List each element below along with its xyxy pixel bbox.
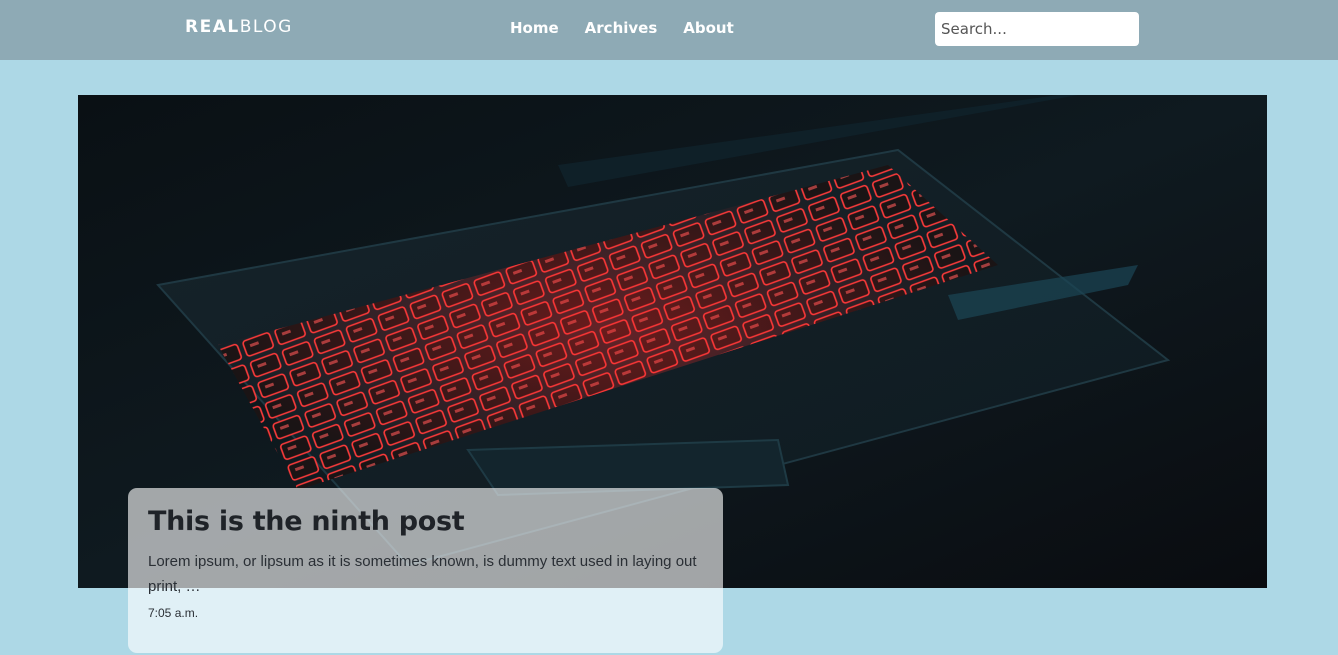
main-nav: Home Archives About	[510, 19, 734, 37]
post-timestamp: 7:05 a.m.	[148, 606, 199, 620]
nav-archives-link[interactable]: Archives	[585, 19, 658, 37]
brand-logo[interactable]: REALBLOG	[185, 17, 293, 37]
brand-light-text: BLOG	[239, 17, 293, 37]
post-title[interactable]: This is the ninth post	[148, 506, 703, 537]
nav-about-link[interactable]: About	[683, 19, 734, 37]
brand-bold-text: REAL	[185, 17, 240, 37]
search-input[interactable]	[935, 12, 1139, 46]
post-excerpt: Lorem ipsum, or lipsum as it is sometime…	[148, 553, 697, 595]
featured-post-card[interactable]: This is the ninth post Lorem ipsum, or l…	[128, 488, 723, 653]
top-navbar: REALBLOG Home Archives About	[0, 0, 1338, 60]
nav-home-link[interactable]: Home	[510, 19, 559, 37]
